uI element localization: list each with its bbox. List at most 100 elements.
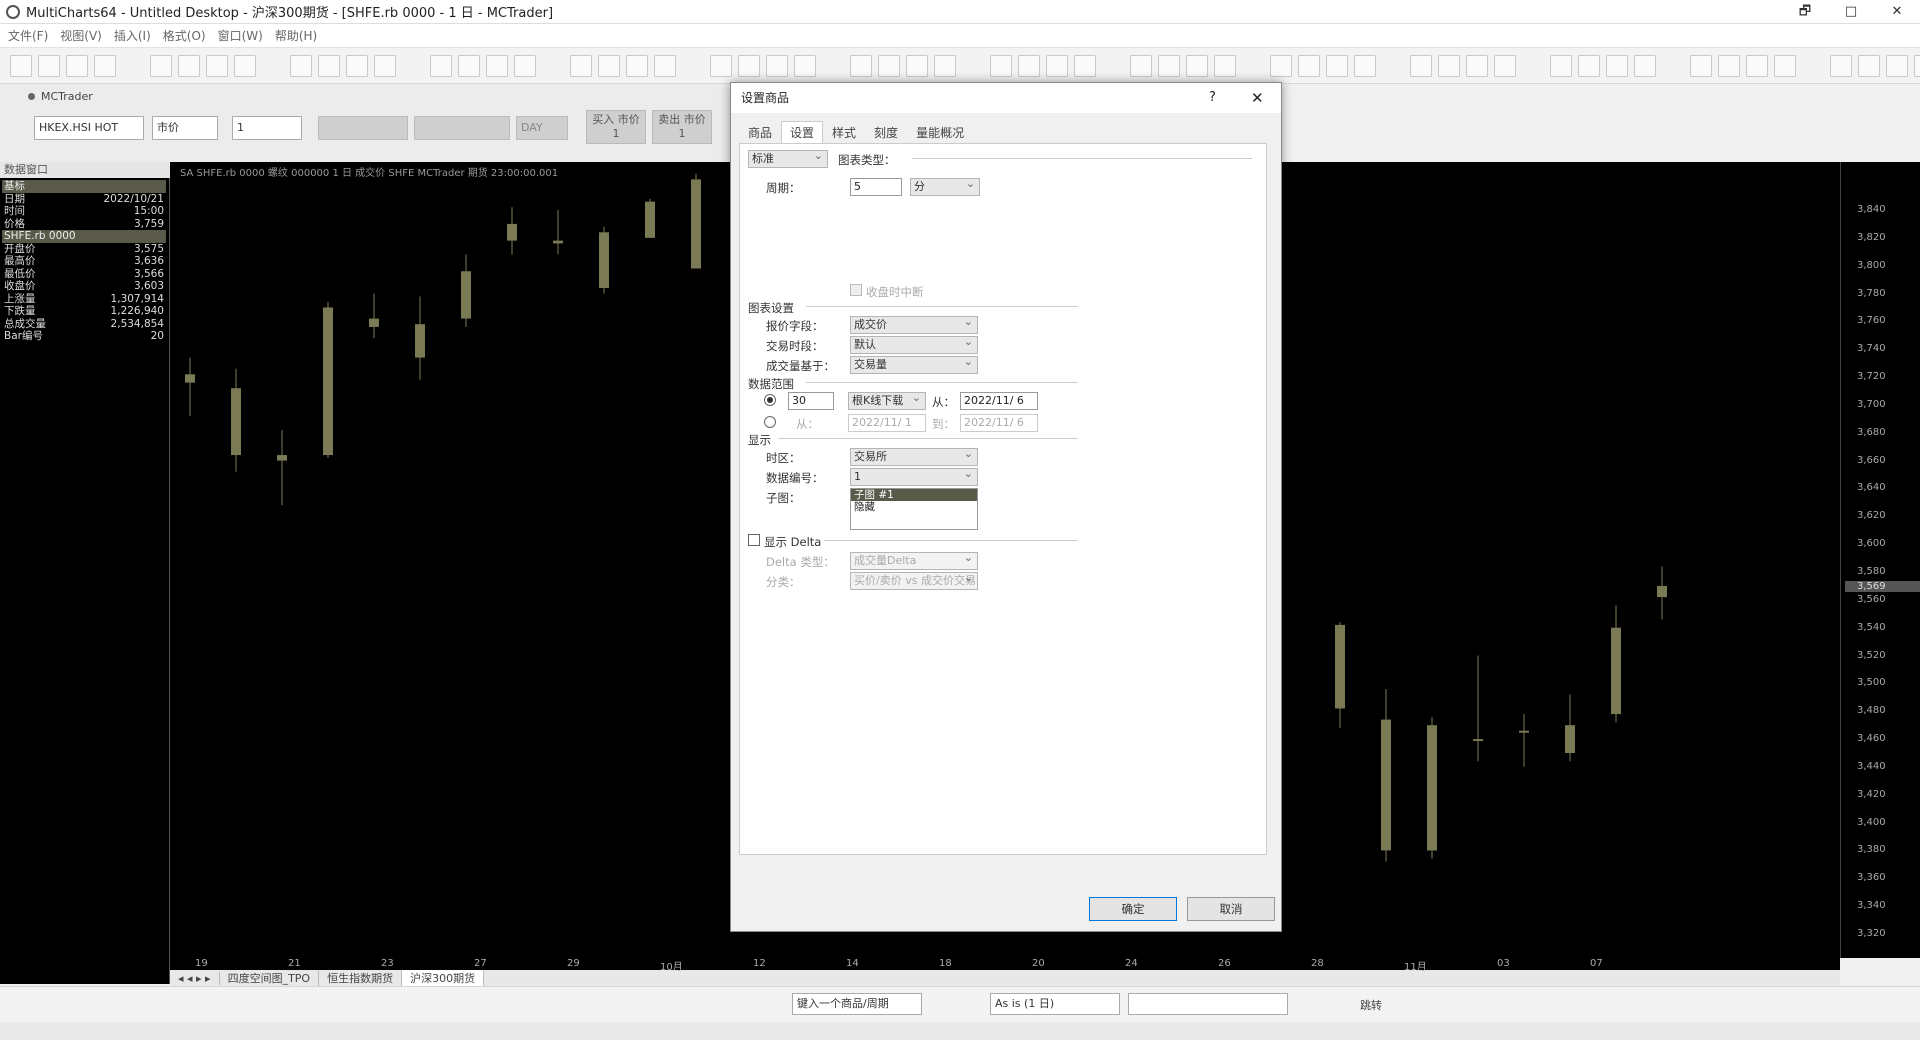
- subpane-item[interactable]: 隐藏: [851, 501, 977, 513]
- candle[interactable]: [1473, 655, 1483, 762]
- toolbar-tool-icon[interactable]: [1270, 54, 1292, 77]
- toolbar-tool-icon[interactable]: [738, 54, 760, 77]
- menu-window[interactable]: 窗口(W): [218, 27, 263, 44]
- resolution-select[interactable]: As is (1 日): [990, 993, 1120, 1015]
- toolbar-tool-icon[interactable]: [1242, 55, 1264, 77]
- toolbar-tool-icon[interactable]: [206, 54, 228, 77]
- timezone-select[interactable]: 交易所: [850, 446, 978, 466]
- toolbar-tool-icon[interactable]: [514, 54, 536, 77]
- toolbar-tool-icon[interactable]: [1018, 54, 1040, 77]
- period-unit-select[interactable]: 分: [910, 176, 980, 196]
- tab-symbol[interactable]: 商品: [739, 121, 781, 143]
- toolbar-tool-icon[interactable]: [318, 54, 340, 77]
- tab-tpo[interactable]: 四度空间图_TPO: [220, 970, 320, 986]
- from-date-input[interactable]: 2022/11/ 6: [960, 392, 1038, 410]
- candle[interactable]: [1519, 714, 1529, 767]
- toolbar-tool-icon[interactable]: [1662, 55, 1684, 77]
- toolbar-tool-icon[interactable]: [626, 54, 648, 77]
- toolbar-tool-icon[interactable]: [1886, 54, 1908, 77]
- toolbar-tool-icon[interactable]: [1494, 54, 1516, 77]
- menu-format[interactable]: 格式(O): [163, 27, 206, 44]
- candle[interactable]: [185, 357, 195, 417]
- delta-type-select[interactable]: 成交量Delta: [850, 550, 978, 570]
- maximize-button[interactable]: □: [1828, 0, 1874, 24]
- candle[interactable]: [415, 296, 425, 380]
- toolbar-tool-icon[interactable]: [458, 54, 480, 77]
- tab-volume-profile[interactable]: 量能概况: [907, 121, 973, 143]
- toolbar-tool-icon[interactable]: [794, 54, 816, 77]
- toolbar-tool-icon[interactable]: [1214, 54, 1236, 77]
- candle[interactable]: [645, 198, 655, 238]
- symbol-period-input[interactable]: 键入一个商品/周期: [792, 993, 922, 1015]
- candle[interactable]: [1381, 688, 1391, 862]
- period-input[interactable]: 5: [850, 178, 902, 196]
- candle[interactable]: [461, 254, 471, 327]
- data-number-select[interactable]: 1: [850, 466, 978, 486]
- buy-market-button[interactable]: 买入 市价 1: [586, 110, 646, 144]
- datetime-field[interactable]: [1128, 993, 1288, 1015]
- toolbar-tool-icon[interactable]: [1102, 55, 1124, 77]
- toolbar-tool-icon[interactable]: [1466, 54, 1488, 77]
- jump-button[interactable]: 跳转: [1360, 997, 1382, 1013]
- sell-market-button[interactable]: 卖出 市价 1: [652, 110, 712, 144]
- toolbar-tool-icon[interactable]: [1802, 55, 1824, 77]
- toolbar-tool-icon[interactable]: [878, 54, 900, 77]
- symbol-input[interactable]: HKEX.HSI HOT: [34, 116, 144, 140]
- session-break-checkbox[interactable]: [850, 284, 862, 296]
- menu-view[interactable]: 视图(V): [60, 27, 102, 44]
- toolbar-tool-icon[interactable]: [346, 54, 368, 77]
- toolbar-tool-icon[interactable]: [1438, 54, 1460, 77]
- toolbar-tool-icon[interactable]: [178, 54, 200, 77]
- toolbar-tool-icon[interactable]: [570, 54, 592, 77]
- toolbar-tool-icon[interactable]: [1914, 54, 1920, 77]
- toolbar-tool-icon[interactable]: [962, 55, 984, 77]
- volume-basis-select[interactable]: 交易量: [850, 354, 978, 374]
- range-count-input[interactable]: 30: [788, 392, 834, 410]
- tab-style[interactable]: 样式: [823, 121, 865, 143]
- ok-button[interactable]: 确定: [1089, 897, 1177, 921]
- toolbar-tool-icon[interactable]: [1326, 54, 1348, 77]
- toolbar-tool-icon[interactable]: [822, 55, 844, 77]
- range-dates-radio[interactable]: [764, 416, 776, 428]
- toolbar-tool-icon[interactable]: [1578, 54, 1600, 77]
- tab-settings[interactable]: 设置: [781, 121, 824, 143]
- toolbar-tool-icon[interactable]: [1690, 54, 1712, 77]
- menu-insert[interactable]: 插入(I): [114, 27, 151, 44]
- toolbar-tool-icon[interactable]: [850, 54, 872, 77]
- candle[interactable]: [1611, 605, 1621, 723]
- toolbar-tool-icon[interactable]: [10, 54, 32, 77]
- toolbar-tool-icon[interactable]: [990, 54, 1012, 77]
- cancel-button[interactable]: 取消: [1187, 897, 1275, 921]
- price-axis[interactable]: 3,840 3,820 3,800 3,780 3,760 3,740 3,720 3,700…: [1840, 162, 1920, 958]
- tab-hsi[interactable]: 恒生指数期货: [319, 970, 403, 986]
- toolbar-tool-icon[interactable]: [1186, 54, 1208, 77]
- toolbar-tool-icon[interactable]: [374, 54, 396, 77]
- candle[interactable]: [1335, 622, 1345, 728]
- toolbar-tool-icon[interactable]: [38, 54, 60, 77]
- minimize-button[interactable]: 🗗: [1782, 0, 1828, 24]
- candle[interactable]: [323, 301, 333, 458]
- toolbar-tool-icon[interactable]: [1522, 55, 1544, 77]
- candle[interactable]: [1427, 716, 1437, 859]
- toolbar-tool-icon[interactable]: [402, 55, 424, 77]
- candle[interactable]: [553, 210, 563, 255]
- tab-scale[interactable]: 刻度: [865, 121, 907, 143]
- toolbar-tool-icon[interactable]: [66, 54, 88, 77]
- order-type-select[interactable]: 市价: [152, 116, 218, 140]
- price-field-select[interactable]: 成交价: [850, 314, 978, 334]
- toolbar-tool-icon[interactable]: [150, 54, 172, 77]
- toolbar-tool-icon[interactable]: [906, 54, 928, 77]
- toolbar-tool-icon[interactable]: [1354, 54, 1376, 77]
- toolbar-tool-icon[interactable]: [1158, 54, 1180, 77]
- mctrader-tab[interactable]: MCTrader: [28, 86, 112, 106]
- help-button[interactable]: ?: [1209, 83, 1216, 113]
- dialog-close-button[interactable]: ✕: [1251, 83, 1264, 113]
- candle[interactable]: [1657, 566, 1667, 620]
- tif-select[interactable]: DAY: [516, 116, 568, 140]
- to-date-input[interactable]: 2022/11/ 6: [960, 414, 1038, 432]
- candle[interactable]: [369, 293, 379, 339]
- close-button[interactable]: ✕: [1874, 0, 1920, 24]
- range-count-radio[interactable]: [764, 394, 776, 406]
- candle[interactable]: [507, 207, 517, 255]
- toolbar-tool-icon[interactable]: [94, 54, 116, 77]
